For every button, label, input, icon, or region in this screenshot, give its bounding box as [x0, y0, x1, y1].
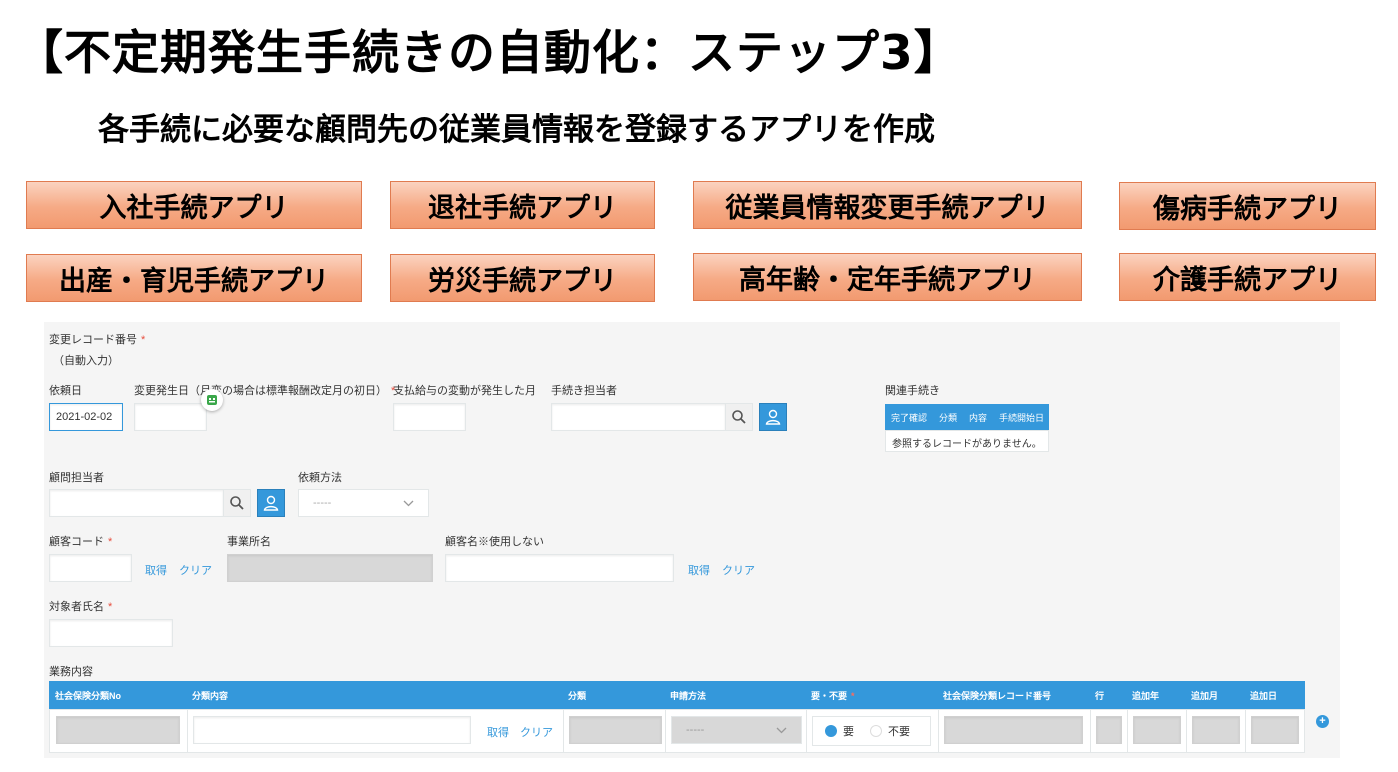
calendar-badge-icon[interactable] [201, 389, 223, 411]
radio-yes-label: 要 [843, 726, 854, 738]
row-field [1096, 716, 1122, 744]
business-table-header: 社会保険分類No 分類内容 分類 申請方法 要・不要 * 社会保険分類レコード番号… [49, 681, 1305, 709]
app-tag-henko: 従業員情報変更手続アプリ [693, 181, 1082, 229]
added-year-field [1133, 716, 1181, 744]
category-field [569, 716, 662, 744]
radio-yes[interactable] [825, 725, 837, 737]
change-date-input[interactable] [134, 403, 207, 431]
request-method-select[interactable]: ----- [298, 489, 429, 517]
chevron-down-icon [776, 727, 787, 733]
column-header: 分類 [568, 691, 587, 701]
application-method-select: ----- [671, 716, 802, 744]
customer-code-clear-link[interactable]: クリア [179, 562, 212, 578]
radio-no-label: 不要 [888, 726, 910, 738]
app-tag-shussan: 出産・育児手続アプリ [26, 254, 362, 302]
target-name-label: 対象者氏名 * [49, 601, 113, 613]
app-tag-nyusha: 入社手続アプリ [26, 181, 362, 229]
social-insurance-no-field [56, 716, 180, 744]
customer-code-get-link[interactable]: 取得 [145, 562, 167, 578]
app-tag-teinen: 高年齢・定年手続アプリ [693, 253, 1082, 301]
advisor-input[interactable] [49, 489, 224, 517]
application-method-value: ----- [686, 724, 705, 736]
related-col: 内容 [969, 412, 988, 423]
customer-name-get-link[interactable]: 取得 [688, 562, 710, 578]
change-date-label: 変更発生日（月変の場合は標準報酬改定月の初日） * [134, 385, 396, 397]
handler-input[interactable] [551, 403, 726, 431]
column-header: 社会保険分類No [55, 691, 121, 701]
row-get-link[interactable]: 取得 [487, 724, 509, 740]
request-method-value: ----- [313, 497, 332, 509]
office-name-field [227, 554, 433, 582]
handler-user-icon[interactable] [759, 403, 787, 431]
added-day-field [1251, 716, 1299, 744]
app-tag-kaigo: 介護手続アプリ [1119, 253, 1376, 301]
advisor-label: 顧問担当者 [49, 472, 104, 484]
related-empty-message: 参照するレコードがありません。 [885, 430, 1049, 452]
record-no-field [944, 716, 1083, 744]
row-clear-link[interactable]: クリア [520, 724, 553, 740]
handler-label: 手続き担当者 [551, 385, 617, 397]
kintone-form: 変更レコード番号 * （自動入力） 依頼日 2021-02-02 変更発生日（月変… [44, 322, 1340, 758]
required-radio-group: 要 不要 [812, 716, 931, 746]
customer-name-input[interactable] [445, 554, 674, 582]
column-header: 追加年 [1132, 691, 1160, 701]
related-table-header: 完了確認 分類 内容 手続開始日 [885, 404, 1049, 430]
category-content-input[interactable] [193, 716, 471, 744]
pay-change-input[interactable] [393, 403, 466, 431]
advisor-user-icon[interactable] [257, 489, 285, 517]
related-col: 手続開始日 [999, 412, 1045, 423]
app-tag-shobyo: 傷病手続アプリ [1119, 182, 1376, 230]
record-no-label: 変更レコード番号 * [49, 334, 146, 346]
table-row: 取得 クリア ----- 要 不要 [49, 709, 1305, 753]
column-header: 社会保険分類レコード番号 [943, 691, 1052, 701]
related-col: 分類 [939, 412, 958, 423]
request-date-label: 依頼日 [49, 385, 82, 397]
slide-title: 【不定期発生手続きの自動化：ステップ3】 [16, 26, 962, 81]
request-method-label: 依頼方法 [298, 472, 342, 484]
column-header: 追加日 [1250, 691, 1278, 701]
customer-code-input[interactable] [49, 554, 132, 582]
related-label: 関連手続き [885, 385, 940, 397]
column-header: 追加月 [1191, 691, 1219, 701]
handler-search-icon[interactable] [725, 403, 753, 431]
app-tag-taisha: 退社手続アプリ [390, 181, 655, 229]
pay-change-label: 支払給与の変動が発生した月 [393, 385, 536, 397]
column-header: 行 [1095, 691, 1105, 701]
column-header: 分類内容 [192, 691, 229, 701]
customer-code-label: 顧客コード * [49, 536, 113, 548]
request-date-input[interactable]: 2021-02-02 [49, 403, 123, 431]
column-header: 申請方法 [670, 691, 707, 701]
chevron-down-icon [403, 500, 414, 506]
added-month-field [1192, 716, 1240, 744]
radio-no[interactable] [870, 725, 882, 737]
column-header: 要・不要 * [811, 691, 855, 701]
related-col: 完了確認 [891, 412, 928, 423]
business-label: 業務内容 [49, 666, 93, 678]
add-row-icon[interactable]: + [1316, 715, 1329, 728]
customer-name-clear-link[interactable]: クリア [722, 562, 755, 578]
target-name-input[interactable] [49, 619, 173, 647]
app-tag-rousai: 労災手続アプリ [390, 254, 655, 302]
advisor-search-icon[interactable] [223, 489, 251, 517]
record-no-value: （自動入力） [53, 355, 119, 367]
customer-name-label: 顧客名※使用しない [445, 536, 544, 548]
slide-subtitle: 各手続に必要な顧問先の従業員情報を登録するアプリを作成 [98, 112, 935, 148]
office-name-label: 事業所名 [227, 536, 271, 548]
